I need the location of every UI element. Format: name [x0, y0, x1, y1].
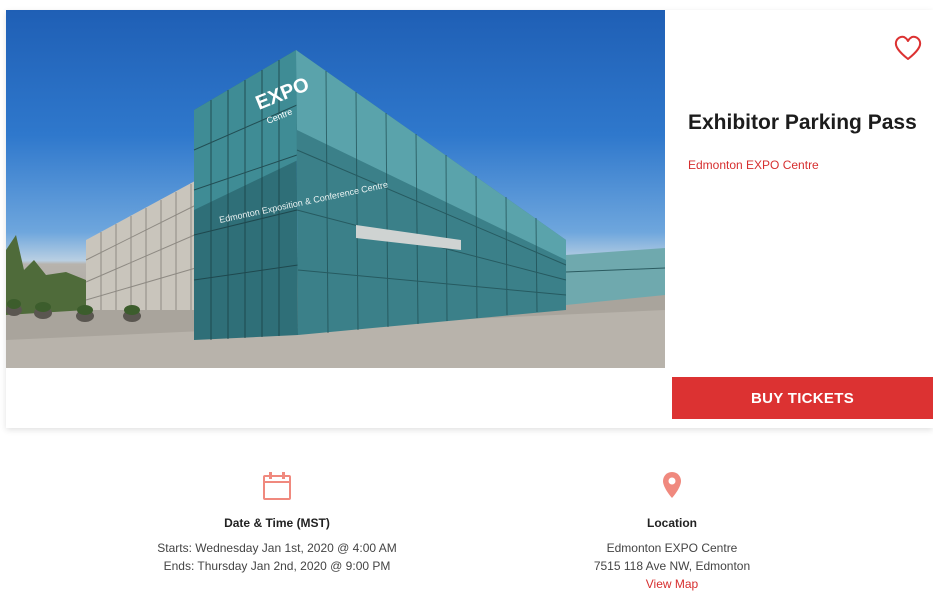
date-time-section: Date & Time (MST) Starts: Wednesday Jan …	[97, 470, 457, 575]
event-info-panel: Exhibitor Parking Pass Edmonton EXPO Cen…	[665, 10, 933, 368]
location-address: 7515 118 Ave NW, Edmonton	[593, 559, 751, 573]
start-time: Starts: Wednesday Jan 1st, 2020 @ 4:00 A…	[157, 541, 397, 555]
venue-link[interactable]: Edmonton EXPO Centre	[688, 158, 819, 172]
location-name: Edmonton EXPO Centre	[606, 541, 738, 555]
calendar-icon	[263, 472, 291, 500]
event-card: EXPO Centre Edmonton Exposition & Confer…	[6, 10, 933, 428]
location-section: Location Edmonton EXPO Centre 7515 118 A…	[492, 470, 852, 593]
date-time-heading: Date & Time (MST)	[224, 516, 330, 530]
end-time: Ends: Thursday Jan 2nd, 2020 @ 9:00 PM	[163, 559, 391, 573]
expo-centre-photo: EXPO Centre Edmonton Exposition & Confer…	[6, 50, 665, 368]
view-map-link[interactable]: View Map	[646, 577, 698, 591]
favorite-button[interactable]	[893, 34, 923, 62]
location-heading: Location	[647, 516, 697, 530]
heart-outline-icon	[894, 35, 922, 60]
event-details: Date & Time (MST) Starts: Wednesday Jan …	[0, 470, 933, 606]
map-pin-icon	[663, 472, 681, 498]
event-hero-image: EXPO Centre Edmonton Exposition & Confer…	[6, 10, 665, 368]
event-title: Exhibitor Parking Pass	[688, 111, 917, 134]
buy-tickets-button[interactable]: BUY TICKETS	[672, 377, 933, 419]
